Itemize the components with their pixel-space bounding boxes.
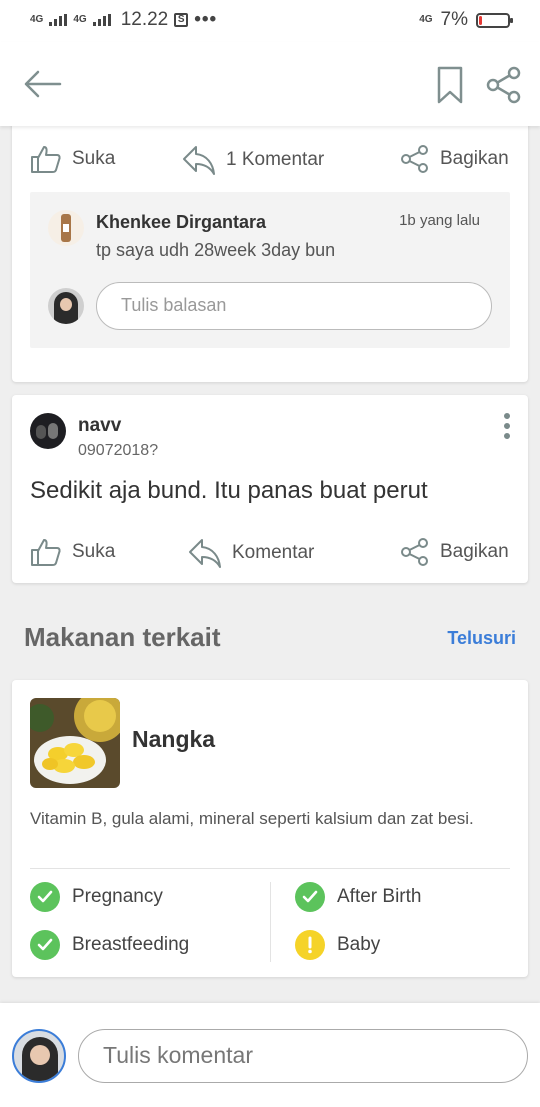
food-name: Nangka	[132, 726, 216, 752]
like-button[interactable]: Suka	[30, 144, 115, 174]
signal-icon	[49, 14, 68, 26]
food-image	[30, 698, 120, 788]
share-icon	[401, 538, 428, 566]
tag-breastfeeding: Breastfeeding	[30, 930, 189, 960]
food-card[interactable]: Nangka Vitamin B, gula alami, mineral se…	[12, 680, 528, 977]
avatar	[48, 288, 84, 324]
arrow-left-icon[interactable]	[22, 66, 62, 102]
share-button[interactable]: Bagikan	[400, 144, 509, 174]
exclamation-icon	[295, 930, 325, 960]
share-icon	[401, 145, 428, 173]
tag-after-birth: After Birth	[295, 882, 421, 912]
signal-2-label: 4G	[73, 14, 87, 25]
sim-icon: S	[174, 13, 189, 27]
app-bar	[0, 42, 540, 126]
reply-input[interactable]: Tulis balasan	[96, 282, 492, 330]
browse-link[interactable]: Telusuri	[447, 628, 516, 649]
battery-percent: 7%	[440, 9, 468, 30]
reply-arrow-icon	[183, 146, 215, 175]
post-text: Sedikit aja bund. Itu panas buat perut	[30, 477, 428, 504]
comment-count-label: 1 Komentar	[226, 149, 325, 170]
comment-bar: Tulis komentar	[0, 1003, 540, 1107]
section-title: Makanan terkait	[24, 622, 221, 652]
comment-button[interactable]: Komentar	[188, 537, 314, 569]
like-label: Suka	[72, 148, 116, 169]
post-date: 09072018?	[78, 442, 159, 459]
reply-time: 1b yang lalu	[399, 212, 480, 229]
tag-label: Breastfeeding	[72, 934, 190, 955]
network-label: 4G	[419, 14, 433, 25]
signal-1-label: 4G	[30, 14, 44, 25]
reply-thread: Khenkee Dirgantara 1b yang lalu tp saya …	[30, 192, 510, 348]
more-options-icon[interactable]	[502, 413, 512, 439]
tag-label: After Birth	[337, 886, 422, 907]
avatar	[48, 210, 84, 246]
comment-label: Komentar	[232, 542, 315, 563]
like-label: Suka	[72, 541, 116, 562]
reply-arrow-icon	[189, 539, 221, 568]
tag-baby: Baby	[295, 930, 380, 960]
food-description: Vitamin B, gula alami, mineral seperti k…	[30, 809, 474, 828]
bookmark-icon[interactable]	[436, 66, 464, 104]
reply-author: Khenkee Dirgantara	[96, 212, 267, 232]
signal-icon	[92, 14, 111, 26]
status-bar: 4G 4G 12.22 S ••• 4G 7%	[0, 0, 540, 42]
post-card: navv 09072018? Sedikit aja bund. Itu pan…	[12, 395, 528, 583]
check-icon	[30, 882, 60, 912]
divider	[30, 868, 510, 869]
tag-pregnancy: Pregnancy	[30, 882, 163, 912]
more-dots-icon: •••	[194, 9, 218, 30]
share-icon[interactable]	[486, 66, 522, 104]
post-author: navv	[78, 415, 122, 436]
thumbs-up-icon	[31, 146, 61, 173]
tag-label: Pregnancy	[72, 886, 163, 907]
comment-card: Suka 1 Komentar Bagikan Khenkee Dirganta…	[12, 110, 528, 382]
thumbs-up-icon	[31, 539, 61, 566]
battery-icon	[476, 12, 513, 28]
divider	[270, 882, 271, 962]
share-label: Bagikan	[440, 148, 509, 169]
check-icon	[295, 882, 325, 912]
clock: 12.22	[120, 9, 169, 30]
avatar	[30, 413, 66, 449]
avatar	[12, 1029, 66, 1083]
comment-input[interactable]: Tulis komentar	[78, 1029, 528, 1083]
comment-button[interactable]: 1 Komentar	[182, 144, 324, 176]
like-button[interactable]: Suka	[30, 537, 115, 567]
tag-label: Baby	[337, 934, 381, 955]
share-button[interactable]: Bagikan	[400, 537, 509, 567]
share-label: Bagikan	[440, 541, 509, 562]
reply-text: tp saya udh 28week 3day bun	[96, 240, 336, 260]
check-icon	[30, 930, 60, 960]
